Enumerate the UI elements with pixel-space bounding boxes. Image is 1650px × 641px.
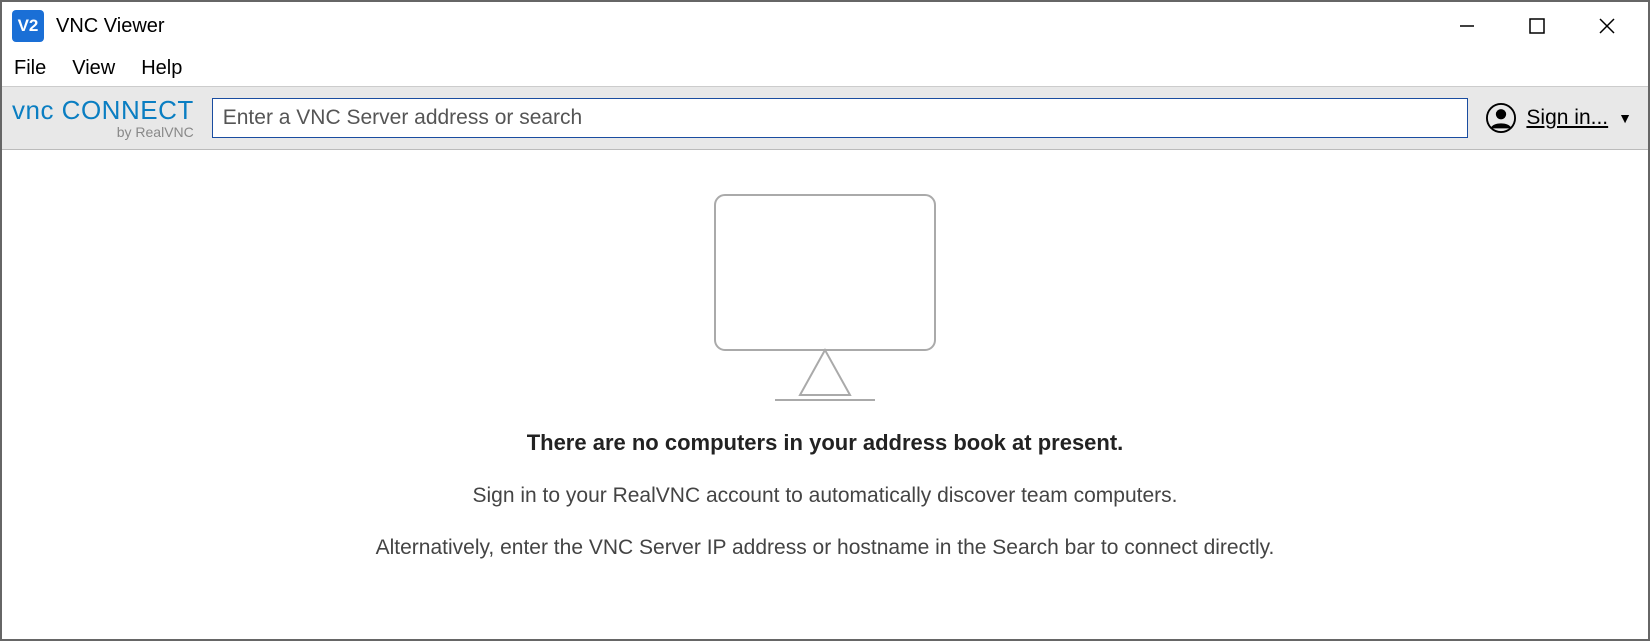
brand-logo: vnc CONNECT by RealVNC bbox=[12, 97, 200, 139]
empty-state-line-1: Sign in to your RealVNC account to autom… bbox=[473, 484, 1178, 508]
app-icon: V2 bbox=[12, 10, 44, 42]
close-button[interactable] bbox=[1572, 2, 1642, 50]
maximize-button[interactable] bbox=[1502, 2, 1572, 50]
menubar: File View Help bbox=[2, 50, 1648, 86]
avatar-icon bbox=[1486, 103, 1516, 133]
monitor-icon bbox=[695, 190, 955, 410]
menu-help[interactable]: Help bbox=[137, 55, 186, 82]
menu-view[interactable]: View bbox=[68, 55, 119, 82]
sign-in-label: Sign in... bbox=[1526, 106, 1608, 130]
toolbar: vnc CONNECT by RealVNC Sign in... ▼ bbox=[2, 86, 1648, 150]
app-icon-text: V2 bbox=[18, 16, 39, 36]
address-search-input[interactable] bbox=[212, 98, 1469, 138]
maximize-icon bbox=[1528, 17, 1546, 35]
brand-main-text: vnc CONNECT bbox=[12, 97, 194, 123]
chevron-down-icon: ▼ bbox=[1618, 110, 1632, 126]
close-icon bbox=[1598, 17, 1616, 35]
empty-state-line-2: Alternatively, enter the VNC Server IP a… bbox=[376, 536, 1275, 560]
minimize-icon bbox=[1458, 17, 1476, 35]
titlebar: V2 VNC Viewer bbox=[2, 2, 1648, 50]
brand-sub-text: by RealVNC bbox=[117, 125, 194, 139]
minimize-button[interactable] bbox=[1432, 2, 1502, 50]
empty-state-heading: There are no computers in your address b… bbox=[527, 430, 1124, 456]
window-title: VNC Viewer bbox=[56, 15, 165, 38]
sign-in-button[interactable]: Sign in... ▼ bbox=[1480, 103, 1638, 133]
main-content: There are no computers in your address b… bbox=[2, 150, 1648, 639]
menu-file[interactable]: File bbox=[10, 55, 50, 82]
